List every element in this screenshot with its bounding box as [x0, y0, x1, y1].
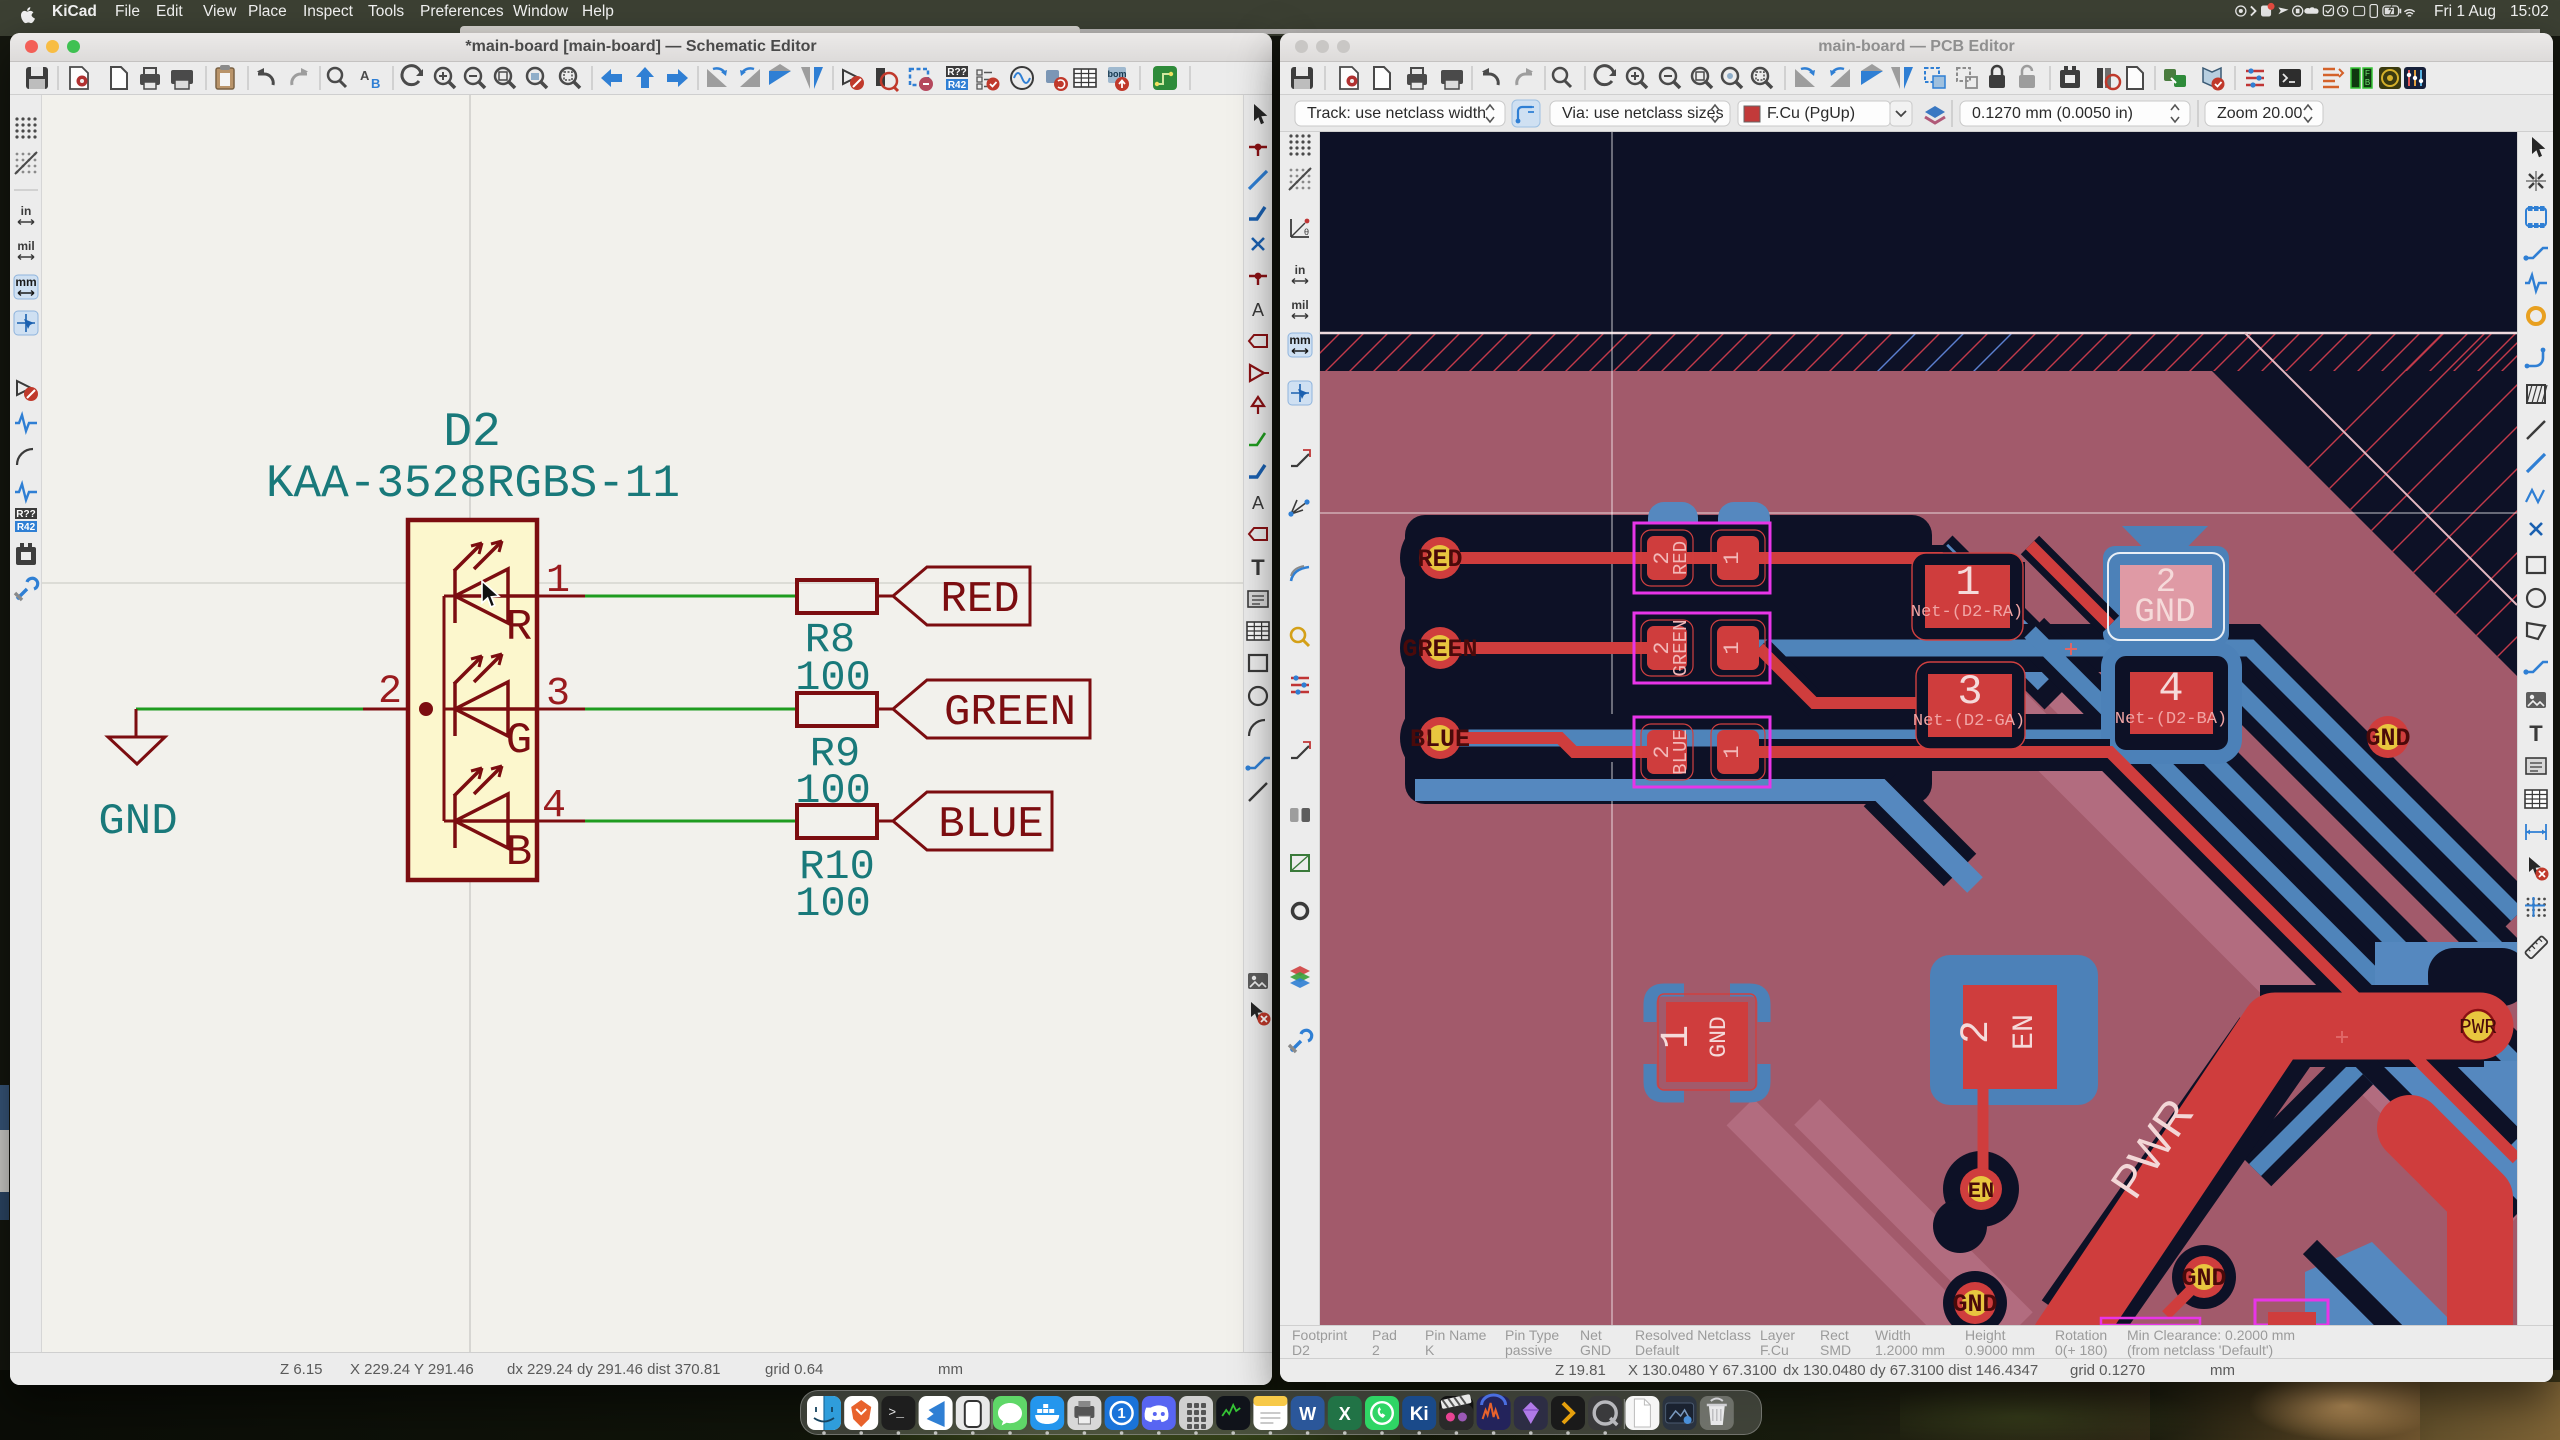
svg-text:Zoom 20.00: Zoom 20.00 — [2217, 105, 2302, 122]
svg-text:mil: mil — [1291, 298, 1308, 312]
svg-text:1: 1 — [1720, 551, 1745, 564]
svg-text:R: R — [506, 603, 532, 653]
svg-text:1: 1 — [1655, 1025, 1700, 1049]
svg-text:Ki: Ki — [1410, 1404, 1429, 1425]
svg-text:RED: RED — [1417, 545, 1462, 574]
svg-text:EN: EN — [1968, 1179, 1994, 1204]
svg-text:1: 1 — [1720, 641, 1745, 654]
svg-text:F.Cu (PgUp): F.Cu (PgUp) — [1767, 105, 1855, 122]
svg-text:B: B — [371, 76, 380, 91]
svg-text:100: 100 — [795, 654, 871, 702]
svg-text:B: B — [2365, 78, 2370, 87]
svg-text:1: 1 — [1955, 559, 1980, 607]
svg-text:Net-(D2-RA): Net-(D2-RA) — [1911, 603, 2023, 622]
svg-text:3: 3 — [1957, 668, 1982, 716]
svg-text:A: A — [1252, 493, 1264, 513]
svg-text:EN: EN — [2008, 1014, 2042, 1050]
svg-text:G: G — [506, 716, 532, 766]
svg-text:4: 4 — [542, 784, 566, 829]
svg-text:BLUE: BLUE — [1670, 729, 1692, 775]
svg-text:mil: mil — [17, 239, 34, 253]
svg-text:GND: GND — [2134, 594, 2195, 632]
svg-text:Track: use netclass width: Track: use netclass width — [1307, 105, 1486, 122]
svg-text:T: T — [2529, 721, 2543, 746]
svg-text:KAA-3528RGBS-11: KAA-3528RGBS-11 — [266, 458, 680, 510]
svg-text:Via: use netclass sizes: Via: use netclass sizes — [1562, 105, 1724, 122]
svg-text:GND: GND — [1706, 1016, 1732, 1057]
svg-text:in: in — [1295, 263, 1306, 277]
svg-text:X: X — [1339, 1404, 1351, 1424]
svg-text:BLUE: BLUE — [938, 800, 1044, 850]
svg-text:3: 3 — [546, 672, 570, 717]
svg-text:4: 4 — [2158, 665, 2183, 713]
svg-text:GND: GND — [2365, 724, 2410, 753]
svg-text:0.1270 mm (0.0050 in): 0.1270 mm (0.0050 in) — [1972, 105, 2133, 122]
svg-text:1: 1 — [1117, 1405, 1125, 1422]
svg-text:RED: RED — [1670, 541, 1692, 575]
svg-text:BLUE: BLUE — [1410, 725, 1470, 754]
svg-text:F: F — [2365, 69, 2370, 78]
svg-text:100: 100 — [795, 880, 871, 928]
svg-text:RED: RED — [940, 575, 1019, 625]
svg-text:Net-(D2-GA): Net-(D2-GA) — [1913, 712, 2025, 731]
svg-text:W: W — [1299, 1404, 1316, 1424]
svg-text:PWR: PWR — [2459, 1017, 2497, 1040]
svg-text:R??: R?? — [16, 509, 35, 520]
svg-text:1: 1 — [1720, 745, 1745, 758]
svg-text:2: 2 — [378, 670, 402, 715]
svg-text:GND: GND — [1952, 1290, 1997, 1319]
svg-text:R??: R?? — [947, 67, 966, 78]
svg-text:θ: θ — [1304, 227, 1309, 237]
svg-text:2: 2 — [1955, 1020, 2000, 1044]
svg-text:>_: >_ — [888, 1405, 904, 1420]
svg-text:Net-(D2-BA): Net-(D2-BA) — [2115, 710, 2227, 729]
svg-text:100: 100 — [795, 767, 871, 815]
svg-text:B: B — [506, 828, 532, 878]
svg-text:GREEN: GREEN — [944, 688, 1076, 738]
svg-text:D2: D2 — [443, 406, 501, 460]
svg-text:A: A — [1252, 300, 1264, 320]
svg-text:mm: mm — [1289, 333, 1310, 347]
svg-text:GND: GND — [2181, 1264, 2226, 1293]
svg-text:R42: R42 — [17, 522, 36, 533]
svg-text:in: in — [21, 204, 32, 218]
svg-text:1: 1 — [546, 559, 570, 604]
svg-text:R42: R42 — [948, 80, 967, 91]
svg-text:T: T — [1251, 555, 1265, 580]
svg-text:GND: GND — [98, 797, 177, 847]
svg-text:A: A — [360, 68, 370, 83]
svg-text:mm: mm — [15, 275, 36, 289]
svg-text:GREEN: GREEN — [1402, 635, 1477, 664]
svg-text:GREEN: GREEN — [1670, 619, 1692, 676]
